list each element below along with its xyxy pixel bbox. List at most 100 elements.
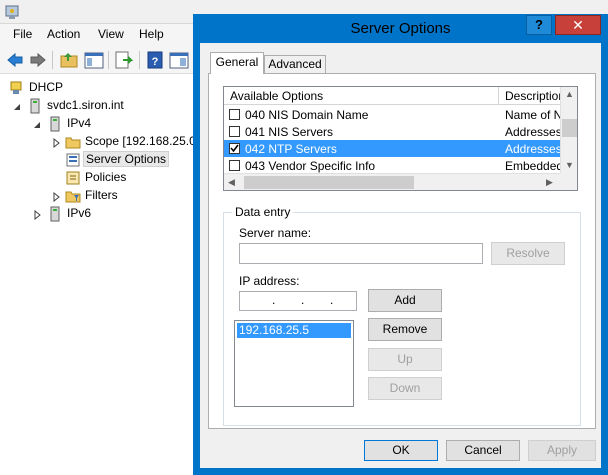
show-hide-tree-icon[interactable]: [83, 50, 105, 70]
ip-address-list[interactable]: 192.168.25.5: [234, 320, 354, 407]
option-name: 041 NIS Servers: [245, 125, 334, 139]
column-header-description[interactable]: Description: [505, 89, 565, 103]
up-folder-icon[interactable]: [58, 50, 80, 70]
tree-node-server[interactable]: svdc1.siron.int: [0, 97, 200, 115]
server-icon: [27, 98, 43, 114]
tab-advanced[interactable]: Advanced: [264, 55, 326, 74]
option-name: 043 Vendor Specific Info: [245, 159, 376, 173]
list-item[interactable]: 043 Vendor Specific Info Embedded v: [224, 157, 560, 174]
tree-label-dhcp: DHCP: [29, 80, 64, 94]
list-header: Available Options Description: [224, 87, 565, 105]
server-options-dialog: Server Options ? ✕ General Advanced Avai…: [193, 14, 608, 475]
option-description: Addresses o: [505, 125, 560, 139]
tree-node-dhcp[interactable]: DHCP: [0, 79, 200, 97]
scroll-up-arrow-icon[interactable]: ▲: [565, 89, 574, 99]
vertical-scroll-thumb[interactable]: [562, 119, 577, 137]
folder-icon: [65, 134, 81, 150]
tree-node-filters[interactable]: Filters: [0, 187, 200, 205]
tree-label-filters: Filters: [85, 188, 118, 202]
toolbar-separator: [139, 51, 140, 69]
option-checkbox[interactable]: [229, 160, 240, 171]
ipv4-icon: [47, 116, 63, 132]
collapse-triangle-icon[interactable]: [33, 119, 41, 129]
option-name: 040 NIS Domain Name: [245, 108, 369, 122]
expand-triangle-icon[interactable]: [33, 209, 41, 221]
checkmark-icon: [230, 144, 239, 153]
ip-address-input[interactable]: . . .: [239, 291, 357, 311]
dialog-body: General Advanced Available Options Descr…: [200, 43, 601, 468]
dhcp-app-icon[interactable]: [4, 4, 20, 20]
ipv6-icon: [47, 206, 63, 222]
column-divider[interactable]: [498, 87, 499, 105]
help-button[interactable]: ?: [526, 15, 552, 35]
export-list-icon[interactable]: [113, 50, 135, 70]
expand-triangle-icon[interactable]: [52, 191, 60, 203]
ip-dot: .: [272, 293, 276, 307]
apply-button[interactable]: Apply: [528, 440, 596, 461]
console-tree: DHCP svdc1.siron.int IPv4 Scope [192.168…: [0, 75, 200, 475]
vertical-scrollbar[interactable]: ▲ ▼: [560, 87, 577, 173]
tab-general[interactable]: General: [210, 52, 264, 74]
scrollbar-corner: [560, 173, 577, 190]
tree-node-scope[interactable]: Scope [192.168.25.0]: [0, 133, 200, 151]
option-checkbox[interactable]: [229, 109, 240, 120]
policies-icon: [65, 170, 81, 186]
filters-icon: [65, 188, 81, 204]
menu-file[interactable]: File: [13, 27, 32, 41]
collapse-triangle-icon[interactable]: [13, 101, 21, 111]
tree-node-ipv6[interactable]: IPv6: [0, 205, 200, 223]
help-book-icon[interactable]: ?: [144, 50, 166, 70]
list-item[interactable]: 040 NIS Domain Name Name of Ne: [224, 106, 560, 123]
available-options-list[interactable]: Available Options Description 040 NIS Do…: [223, 86, 578, 191]
option-name: 042 NTP Servers: [245, 142, 337, 156]
data-entry-legend: Data entry: [232, 205, 294, 219]
properties-pane-icon[interactable]: [168, 50, 190, 70]
option-description: Addresses o: [505, 142, 560, 156]
add-button[interactable]: Add: [368, 289, 442, 312]
ip-address-label: IP address:: [239, 274, 300, 288]
tree-label-scope: Scope [192.168.25.0]: [85, 134, 200, 148]
menu-view[interactable]: View: [98, 27, 124, 41]
tree-label-policies: Policies: [85, 170, 127, 184]
dhcp-server-icon: [8, 80, 24, 96]
list-item[interactable]: 041 NIS Servers Addresses o: [224, 123, 560, 140]
toolbar-separator: [108, 51, 109, 69]
tree-label-server: svdc1.siron.int: [47, 98, 124, 112]
tree-node-policies[interactable]: Policies: [0, 169, 200, 187]
scroll-down-arrow-icon[interactable]: ▼: [565, 160, 574, 170]
server-name-label: Server name:: [239, 226, 312, 240]
resolve-button[interactable]: Resolve: [491, 242, 565, 265]
scroll-right-arrow-icon[interactable]: ▶: [546, 177, 553, 188]
expand-triangle-icon[interactable]: [52, 137, 60, 149]
tree-label-ipv6: IPv6: [67, 206, 92, 220]
ok-button[interactable]: OK: [364, 440, 438, 461]
up-button[interactable]: Up: [368, 348, 442, 371]
server-options-icon: [65, 152, 81, 168]
horizontal-scroll-thumb[interactable]: [244, 176, 414, 189]
tree-node-server-options[interactable]: Server Options: [0, 151, 200, 169]
option-checkbox-checked[interactable]: [229, 143, 240, 154]
remove-button[interactable]: Remove: [368, 318, 442, 341]
close-button[interactable]: ✕: [555, 15, 601, 35]
data-entry-group: Data entry Server name: Resolve IP addre…: [223, 205, 581, 426]
forward-arrow-icon[interactable]: [27, 50, 49, 70]
column-header-available-options[interactable]: Available Options: [230, 89, 323, 103]
horizontal-scrollbar[interactable]: ◀ ▶: [224, 173, 560, 190]
option-checkbox[interactable]: [229, 126, 240, 137]
ip-list-item[interactable]: 192.168.25.5: [237, 323, 351, 338]
option-description: Name of Ne: [505, 108, 560, 122]
svg-text:?: ?: [152, 56, 159, 68]
down-button[interactable]: Down: [368, 377, 442, 400]
tree-node-ipv4[interactable]: IPv4: [0, 115, 200, 133]
scroll-left-arrow-icon[interactable]: ◀: [228, 177, 235, 188]
list-item-selected[interactable]: 042 NTP Servers Addresses o: [224, 140, 560, 157]
menu-action[interactable]: Action: [47, 27, 80, 41]
ip-dot: .: [330, 293, 334, 307]
cancel-button[interactable]: Cancel: [446, 440, 520, 461]
tree-label-ipv4: IPv4: [67, 116, 92, 130]
back-arrow-icon[interactable]: [4, 50, 26, 70]
menu-help[interactable]: Help: [139, 27, 164, 41]
server-name-input[interactable]: [239, 243, 483, 264]
ip-dot: .: [301, 293, 305, 307]
toolbar-separator: [52, 51, 53, 69]
